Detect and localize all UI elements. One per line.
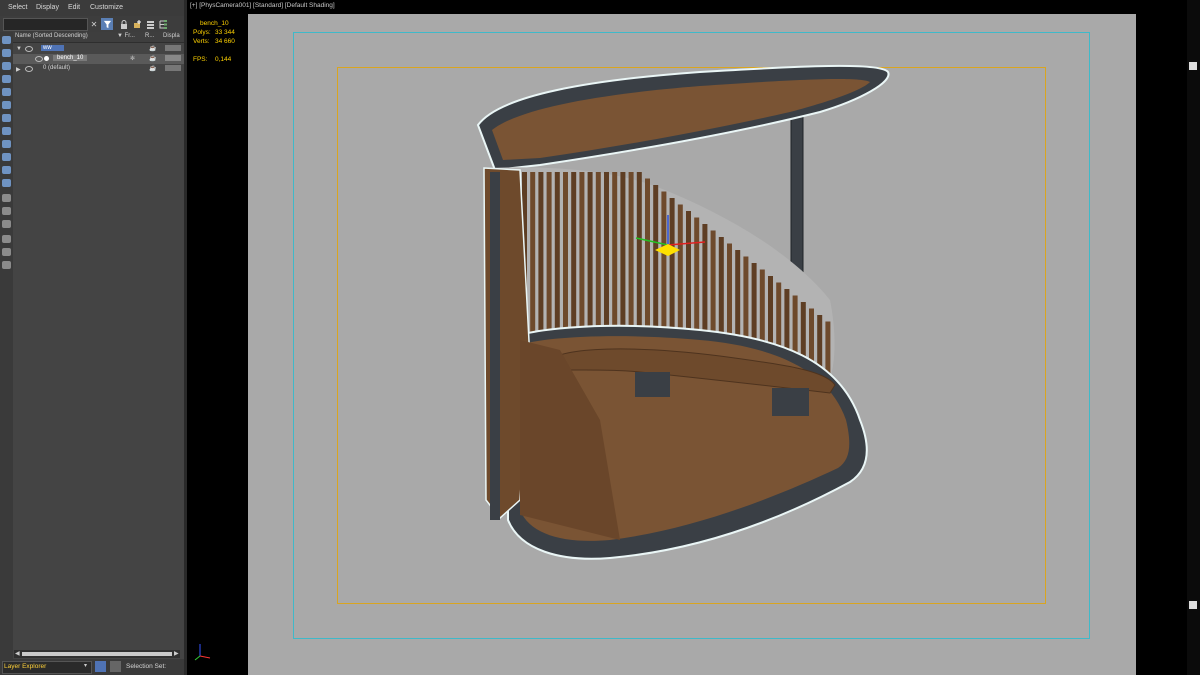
stat-fps-label: FPS: bbox=[193, 56, 208, 63]
bench-leg-right[interactable] bbox=[772, 388, 809, 416]
stat-polys-value: 33 344 bbox=[215, 29, 235, 36]
shape-filter-icon[interactable] bbox=[2, 49, 11, 57]
front-post[interactable] bbox=[490, 172, 500, 520]
column-display[interactable]: Displa bbox=[163, 33, 180, 39]
column-frozen[interactable]: ▼ Fr... bbox=[117, 33, 135, 39]
display-swatch-icon[interactable] bbox=[165, 45, 181, 51]
display-swatch-icon[interactable] bbox=[165, 65, 181, 71]
visibility-eye-icon[interactable] bbox=[35, 56, 43, 62]
explorer-menubar: Select Display Edit Customize bbox=[0, 0, 184, 16]
viewport-label[interactable]: [+] [PhysCamera001] [Standard] [Default … bbox=[190, 2, 335, 9]
filter-icon[interactable] bbox=[101, 18, 113, 30]
stat-object-name: bench_10 bbox=[200, 20, 229, 27]
helper-filter-icon[interactable] bbox=[2, 88, 11, 96]
display-swatch-icon[interactable] bbox=[165, 55, 181, 61]
bench-model[interactable] bbox=[248, 14, 1136, 675]
list-view-icon[interactable] bbox=[95, 661, 106, 672]
render-teapot-icon[interactable]: ☕ bbox=[149, 55, 156, 62]
menu-display[interactable]: Display bbox=[36, 4, 59, 11]
stat-polys-label: Polys: bbox=[193, 29, 211, 36]
expand-arrow-icon[interactable]: ▼ bbox=[16, 46, 22, 52]
panel-expand-up-icon[interactable] bbox=[1189, 62, 1197, 70]
tree-row-default[interactable]: ▶ 0 (default) ☕ bbox=[13, 64, 184, 74]
invert-display-icon[interactable] bbox=[2, 220, 11, 228]
freeze-snowflake-icon[interactable]: ✻ bbox=[130, 55, 135, 62]
column-render[interactable]: R... bbox=[145, 33, 154, 39]
scroll-left-icon[interactable]: ◀ bbox=[15, 650, 20, 657]
frozen-filter-icon[interactable] bbox=[2, 166, 11, 174]
column-header: Name (Sorted Descending) ▼ Fr... R... Di… bbox=[13, 32, 184, 43]
add-layer-icon[interactable] bbox=[131, 18, 143, 30]
selection-set-label: Selection Set: bbox=[126, 663, 167, 670]
light-filter-icon[interactable] bbox=[2, 62, 11, 70]
scroll-right-icon[interactable]: ▶ bbox=[174, 650, 179, 657]
visibility-eye-icon[interactable] bbox=[25, 66, 33, 72]
render-teapot-icon[interactable]: ☕ bbox=[149, 45, 156, 52]
object-name[interactable]: bench_10 bbox=[53, 55, 88, 61]
dropdown-arrow-icon[interactable]: ▾ bbox=[84, 662, 87, 669]
menu-edit[interactable]: Edit bbox=[68, 4, 80, 11]
xref-filter-icon[interactable] bbox=[2, 127, 11, 135]
bench-leg-left[interactable] bbox=[635, 372, 670, 397]
filter-toggle-icon[interactable] bbox=[2, 248, 11, 256]
selection-set-icon[interactable] bbox=[110, 661, 121, 672]
filter-selected-icon[interactable] bbox=[2, 235, 11, 243]
clear-search-icon[interactable]: ✕ bbox=[88, 18, 100, 30]
object-dot-icon bbox=[44, 56, 49, 61]
panel-expand-down-icon[interactable] bbox=[1189, 601, 1197, 609]
layer-stack-icon[interactable] bbox=[144, 18, 156, 30]
select-box-icon[interactable] bbox=[2, 261, 11, 269]
scene-explorer-panel bbox=[0, 0, 184, 675]
stat-fps-value: 0,144 bbox=[215, 56, 232, 63]
visibility-eye-icon[interactable] bbox=[25, 46, 33, 52]
geometry-filter-icon[interactable] bbox=[2, 36, 11, 44]
layer-name[interactable]: ww bbox=[41, 45, 64, 51]
render-teapot-icon[interactable]: ☕ bbox=[149, 65, 156, 72]
search-input[interactable] bbox=[3, 18, 88, 31]
container-filter-icon[interactable] bbox=[2, 153, 11, 161]
column-name[interactable]: Name (Sorted Descending) bbox=[15, 33, 88, 39]
layer-explorer-label: Layer Explorer bbox=[4, 663, 47, 670]
hierarchy-icon[interactable] bbox=[157, 18, 169, 30]
menu-select[interactable]: Select bbox=[8, 4, 27, 11]
menu-customize[interactable]: Customize bbox=[90, 4, 123, 11]
scrollbar-thumb[interactable] bbox=[22, 652, 172, 656]
stat-verts-label: Verts: bbox=[193, 38, 210, 45]
axis-tripod-icon bbox=[194, 644, 211, 661]
command-panel-edge bbox=[1187, 0, 1200, 675]
display-all-icon[interactable] bbox=[2, 194, 11, 202]
hidden-filter-icon[interactable] bbox=[2, 179, 11, 187]
stat-verts-value: 34 660 bbox=[215, 38, 235, 45]
tree-row-ww[interactable]: ▼ ww ☕ bbox=[13, 44, 184, 54]
layer-name[interactable]: 0 (default) bbox=[43, 65, 70, 71]
tree-row-bench[interactable]: bench_10 ✻ ☕ bbox=[13, 54, 184, 64]
spacewarp-filter-icon[interactable] bbox=[2, 101, 11, 109]
explorer-icon-strip bbox=[0, 32, 13, 675]
camera-filter-icon[interactable] bbox=[2, 75, 11, 83]
collapse-arrow-icon[interactable]: ▶ bbox=[16, 66, 21, 73]
group-filter-icon[interactable] bbox=[2, 114, 11, 122]
lock-icon[interactable] bbox=[118, 18, 130, 30]
bone-filter-icon[interactable] bbox=[2, 140, 11, 148]
display-none-icon[interactable] bbox=[2, 207, 11, 215]
